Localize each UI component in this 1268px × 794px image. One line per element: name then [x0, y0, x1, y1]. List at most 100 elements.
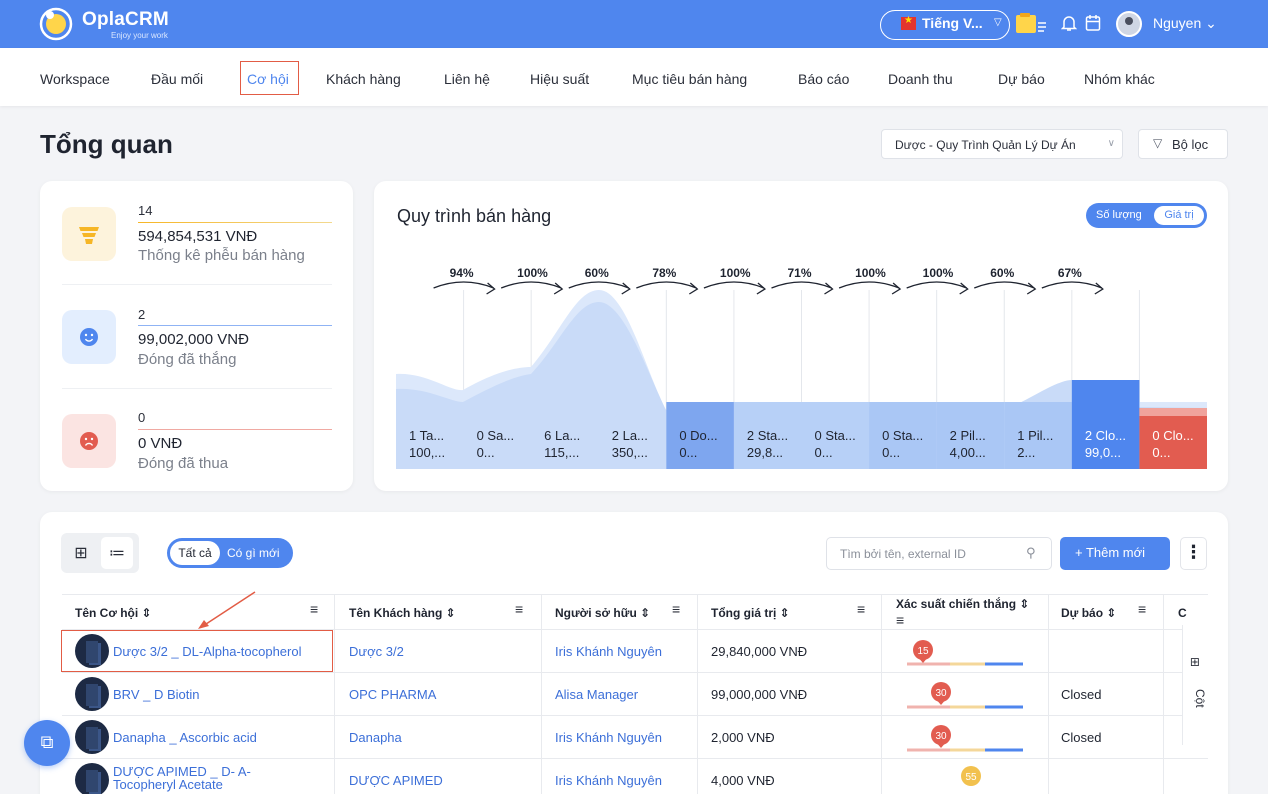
stage-label[interactable]: 1 Ta... 100,... — [409, 427, 445, 461]
stage-label[interactable]: 6 La... 115,... — [544, 427, 580, 461]
customer-link[interactable]: Danapha — [349, 730, 402, 745]
pipeline-select[interactable]: Dược - Quy Trình Quản Lý Dự Án ∨ — [881, 129, 1123, 159]
stage-value: 0... — [679, 445, 698, 460]
lost-count: 0 — [138, 410, 146, 425]
header-total-value[interactable]: Tổng giá trị ⇕ — [711, 606, 790, 620]
columns-panel-toggle[interactable]: ⊞ Cột — [1182, 625, 1208, 745]
stage-label[interactable]: 2 Sta... 29,8... — [747, 427, 788, 461]
column-menu-icon[interactable]: ≡ — [672, 601, 680, 617]
grid-view-icon[interactable]: ⊞ — [65, 537, 97, 569]
nav-forecast[interactable]: Dự báo — [998, 71, 1045, 87]
probability-value: 30 — [935, 688, 947, 699]
toggle-count[interactable]: Số lượng — [1096, 209, 1142, 221]
chat-icon[interactable]: ⧉ — [24, 720, 70, 766]
header-label: Dự báo — [1061, 606, 1104, 620]
owner-link[interactable]: Iris Khánh Nguyên — [555, 730, 662, 745]
nav-leads[interactable]: Đầu mối — [151, 71, 203, 87]
header-customer-name[interactable]: Tên Khách hàng ⇕ — [349, 606, 456, 620]
calendar-icon[interactable] — [1085, 14, 1101, 32]
nav-performance[interactable]: Hiệu suất — [530, 71, 589, 87]
search-placeholder: Tìm bởi tên, external ID — [840, 547, 966, 561]
divider — [138, 222, 332, 223]
lost-value: 0 VNĐ — [138, 435, 183, 452]
search-icon[interactable]: ⚲ — [1026, 545, 1036, 561]
filter-icon: ▽ — [1153, 136, 1163, 150]
stage-label[interactable]: 1 Pil... 2... — [1017, 427, 1053, 461]
stage-label[interactable]: 0 Do... 0... — [679, 427, 717, 461]
customer-link[interactable]: OPC PHARMA — [349, 687, 436, 702]
tab-whats-new[interactable]: Có gì mới — [227, 546, 280, 560]
stage-label[interactable]: 0 Sa... 0... — [477, 427, 515, 461]
header-win-probability[interactable]: Xác suất chiến thắng ⇕ — [896, 597, 1029, 611]
owner-link[interactable]: Alisa Manager — [555, 687, 638, 702]
nav-other-groups[interactable]: Nhóm khác — [1084, 71, 1155, 87]
arrow-head-icon — [756, 282, 767, 295]
column-menu-icon[interactable]: ≡ — [896, 612, 904, 628]
header-opportunity-name[interactable]: Tên Cơ hội ⇕ — [75, 606, 152, 620]
conversion-rate: 78% — [652, 266, 677, 280]
opportunity-name-link[interactable]: Danapha _ Ascorbic acid — [113, 730, 257, 745]
tasks-icon[interactable] — [1014, 11, 1048, 37]
filter-button[interactable]: Bộ lọc — [1138, 129, 1228, 159]
tabs-filter: Tất cả Có gì mới — [167, 538, 293, 568]
probability-value: 15 — [917, 646, 929, 657]
chevron-down-icon: ∨ — [1107, 138, 1115, 149]
bell-icon[interactable] — [1061, 14, 1077, 32]
lost-label: Đóng đã thua — [138, 455, 229, 472]
view-switcher: ⊞ ≔ — [61, 533, 139, 573]
funnel-count: 14 — [138, 203, 153, 218]
stage-label[interactable]: 0 Clo... 0... — [1152, 427, 1193, 461]
chart-mode-toggle[interactable]: Số lượng Giá trị — [1086, 203, 1207, 228]
list-view-icon[interactable]: ≔ — [101, 537, 133, 569]
header-label: Tổng giá trị — [711, 606, 777, 620]
arrow-head-icon — [959, 282, 969, 295]
opportunity-name-link[interactable]: DƯỢC APIMED _ D- A-Tocopheryl Acetate — [113, 765, 283, 791]
stage-label[interactable]: 0 Sta... 0... — [882, 427, 923, 461]
header-owner[interactable]: Người sở hữu ⇕ — [555, 606, 650, 620]
col-divider — [1163, 594, 1164, 794]
total-value: 29,840,000 VNĐ — [711, 644, 808, 659]
pipeline-select-value: Dược - Quy Trình Quản Lý Dự Án — [895, 138, 1076, 152]
stage-label[interactable]: 2 La... 350,... — [612, 427, 648, 461]
probability-value: 55 — [965, 772, 977, 783]
header-label: Tên Cơ hội — [75, 606, 139, 620]
column-menu-icon[interactable]: ≡ — [515, 601, 523, 617]
nav-contacts[interactable]: Liên hệ — [444, 71, 490, 87]
search-input[interactable]: Tìm bởi tên, external ID — [826, 537, 1052, 570]
nav-revenue[interactable]: Doanh thu — [888, 71, 953, 87]
toggle-value[interactable]: Giá trị — [1154, 206, 1204, 225]
user-name[interactable]: Nguyen ⌄ — [1153, 15, 1217, 32]
tab-all[interactable]: Tất cả — [170, 541, 220, 565]
divider — [62, 284, 332, 285]
stage-label[interactable]: 2 Pil... 4,00... — [950, 427, 986, 461]
nav-reports[interactable]: Báo cáo — [798, 71, 849, 87]
col-divider — [881, 594, 882, 794]
owner-link[interactable]: Iris Khánh Nguyên — [555, 644, 662, 659]
header-forecast[interactable]: Dự báo ⇕ — [1061, 606, 1116, 620]
more-options-icon[interactable]: ⋮ — [1180, 537, 1207, 570]
conversion-arrow — [433, 281, 494, 289]
header-label: Tên Khách hàng — [349, 606, 443, 620]
user-avatar[interactable] — [1116, 11, 1142, 37]
row-divider — [62, 758, 1208, 759]
owner-link[interactable]: Iris Khánh Nguyên — [555, 773, 662, 788]
conversion-arrow — [703, 281, 765, 289]
opportunity-name-link[interactable]: BRV _ D Biotin — [113, 687, 199, 702]
header-truncated: C — [1178, 606, 1187, 620]
stage-value: 29,8... — [746, 445, 784, 460]
nav-customers[interactable]: Khách hàng — [326, 71, 401, 87]
column-menu-icon[interactable]: ≡ — [1138, 601, 1146, 617]
language-label: Tiếng V... — [922, 15, 983, 31]
total-value: 4,000 VNĐ — [711, 773, 775, 788]
stage-label[interactable]: 0 Sta... 0... — [815, 427, 856, 461]
add-new-button[interactable]: + Thêm mới — [1060, 537, 1170, 570]
conversion-arrow — [838, 281, 900, 289]
nav-highlight-box — [240, 61, 299, 95]
customer-link[interactable]: DƯỢC APIMED — [349, 773, 443, 788]
nav-workspace[interactable]: Workspace — [40, 71, 110, 87]
customer-link[interactable]: Dược 3/2 — [349, 644, 404, 659]
column-menu-icon[interactable]: ≡ — [310, 601, 318, 617]
stage-label[interactable]: 2 Clo... 99,0... — [1085, 427, 1126, 461]
column-menu-icon[interactable]: ≡ — [857, 601, 865, 617]
nav-sales-goals[interactable]: Mục tiêu bán hàng — [632, 71, 747, 87]
